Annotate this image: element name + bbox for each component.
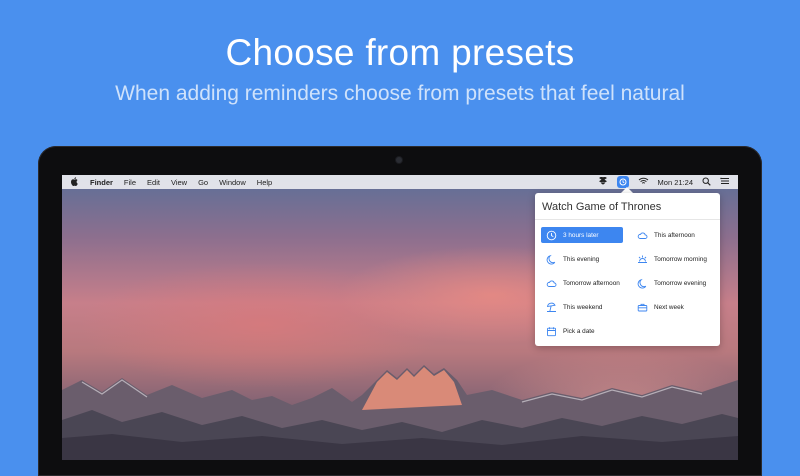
hero-subtitle: When adding reminders choose from preset… (115, 82, 685, 105)
preset-label: Next week (654, 303, 684, 311)
preset-pick-a-date[interactable]: Pick a date (541, 323, 623, 339)
preset-label: This evening (563, 255, 600, 263)
preset-label: Tomorrow morning (654, 255, 707, 263)
preset-3-hours-later[interactable]: 3 hours later (541, 227, 623, 243)
preset-tomorrow-morning[interactable]: Tomorrow morning (632, 251, 714, 267)
preset-label: 3 hours later (563, 231, 599, 239)
clock-icon (545, 229, 557, 241)
dropbox-icon[interactable] (598, 176, 608, 187)
cloud-icon (545, 277, 557, 289)
menu-file[interactable]: File (124, 178, 136, 187)
menu-help[interactable]: Help (257, 178, 272, 187)
divider (535, 219, 720, 220)
wifi-icon[interactable] (638, 177, 649, 187)
reminder-popover: Watch Game of Thrones 3 hours later This… (535, 193, 720, 346)
briefcase-icon (636, 301, 648, 313)
sunrise-icon (636, 253, 648, 265)
preset-tomorrow-evening[interactable]: Tomorrow evening (632, 275, 714, 291)
menu-window[interactable]: Window (219, 178, 246, 187)
preset-label: Tomorrow afternoon (563, 279, 620, 287)
preset-this-evening[interactable]: This evening (541, 251, 623, 267)
apple-icon[interactable] (70, 176, 78, 188)
mountain-wallpaper (62, 365, 738, 460)
menu-edit[interactable]: Edit (147, 178, 160, 187)
clock-label[interactable]: Mon 21:24 (658, 178, 693, 187)
search-icon[interactable] (702, 177, 711, 188)
preset-label: Tomorrow evening (654, 279, 707, 287)
menu-go[interactable]: Go (198, 178, 208, 187)
menu-finder[interactable]: Finder (90, 178, 113, 187)
preset-label: Pick a date (563, 327, 595, 335)
cloud-icon (636, 229, 648, 241)
moon-icon (545, 253, 557, 265)
preset-label: This weekend (563, 303, 603, 311)
preset-this-weekend[interactable]: This weekend (541, 299, 623, 315)
preset-label: This afternoon (654, 231, 695, 239)
hero-title: Choose from presets (225, 32, 575, 73)
macos-menu-bar: Finder File Edit View Go Window Help Mon… (62, 175, 738, 189)
moon-icon (636, 277, 648, 289)
list-icon[interactable] (720, 177, 730, 187)
preset-next-week[interactable]: Next week (632, 299, 714, 315)
beach-icon (545, 301, 557, 313)
preset-this-afternoon[interactable]: This afternoon (632, 227, 714, 243)
preset-tomorrow-afternoon[interactable]: Tomorrow afternoon (541, 275, 629, 291)
reminder-title: Watch Game of Thrones (542, 201, 662, 213)
menu-view[interactable]: View (171, 178, 187, 187)
camera-icon (396, 157, 402, 163)
calendar-icon (545, 325, 557, 337)
